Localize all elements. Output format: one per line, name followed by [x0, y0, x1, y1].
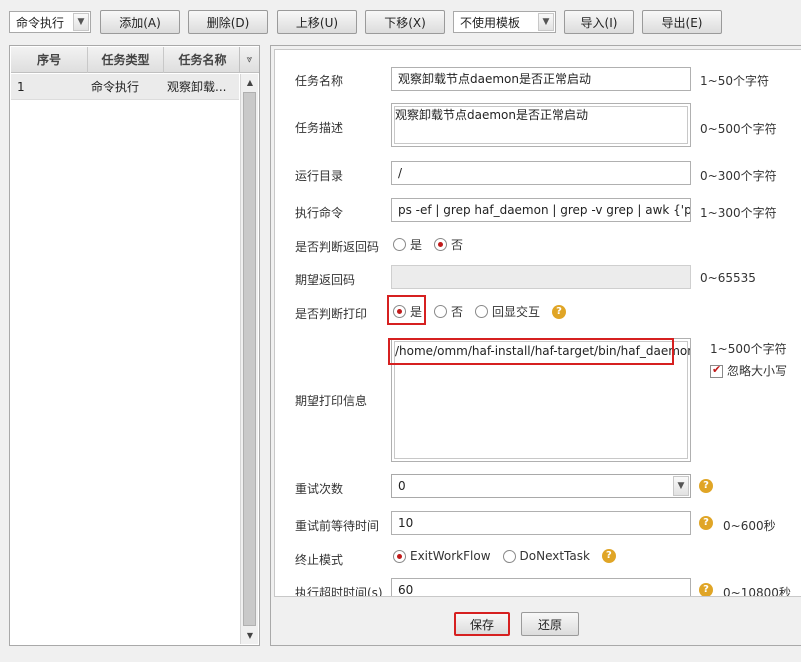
run-dir-label: 运行目录 — [295, 169, 344, 183]
radio-icon[interactable] — [434, 305, 448, 318]
retry-wait-label: 重试前等待时间 — [295, 519, 380, 533]
exec-cmd-hint: 1~300个字符 — [700, 206, 777, 220]
scroll-down-icon[interactable]: ▼ — [241, 627, 259, 644]
run-dir-input[interactable]: / — [391, 161, 691, 185]
radio-label: 否 — [451, 305, 464, 319]
chevron-down-icon[interactable]: ▼ — [673, 476, 689, 496]
retry-wait-hint: 0~600秒 — [723, 519, 776, 533]
help-icon[interactable]: ? — [699, 516, 713, 530]
timeout-label: 执行超时时间(s) — [295, 586, 383, 597]
ignore-case-checkbox[interactable]: 忽略大小写 — [710, 362, 787, 379]
check-print-no-radio[interactable]: 否 — [434, 303, 463, 320]
check-print-label: 是否判断打印 — [295, 307, 368, 321]
task-desc-textarea[interactable]: 观察卸载节点daemon是否正常启动 — [391, 103, 691, 147]
radio-icon[interactable] — [502, 549, 516, 563]
chevron-down-icon[interactable]: ▼ — [73, 13, 89, 31]
timeout-hint: 0~10800秒 — [723, 586, 791, 597]
column-menu-icon[interactable]: ⩔ — [239, 47, 259, 73]
exec-cmd-label: 执行命令 — [295, 206, 344, 220]
column-header-index[interactable]: 序号 — [11, 47, 88, 73]
task-table-header: 序号 任务类型 任务名称 — [11, 47, 239, 73]
template-select[interactable]: 不使用模板 ▼ — [453, 11, 556, 33]
stop-mode-radio-group: ExitWorkFlow DoNextTask ? — [393, 549, 616, 563]
move-up-button[interactable]: 上移(U) — [277, 10, 357, 34]
import-button[interactable]: 导入(I) — [564, 10, 634, 34]
radio-label: DoNextTask — [519, 549, 590, 563]
checkbox-checked-icon[interactable] — [710, 363, 723, 378]
template-value: 不使用模板 — [460, 15, 521, 30]
expected-print-label: 期望打印信息 — [295, 394, 368, 408]
retry-count-select[interactable]: 0 ▼ — [391, 474, 691, 498]
retry-count-label: 重试次数 — [295, 482, 344, 496]
check-return-no-radio[interactable]: 否 — [434, 236, 463, 253]
task-name-hint: 1~50个字符 — [700, 74, 769, 88]
help-icon[interactable]: ? — [699, 583, 713, 596]
column-header-name[interactable]: 任务名称 — [164, 47, 241, 73]
add-button[interactable]: 添加(A) — [100, 10, 180, 34]
radio-selected-icon[interactable] — [393, 549, 406, 563]
highlight-box — [388, 338, 674, 365]
task-list-scrollbar[interactable]: ▲ ▼ — [240, 74, 258, 644]
run-dir-hint: 0~300个字符 — [700, 169, 777, 183]
expected-return-input[interactable] — [391, 265, 691, 289]
radio-selected-icon[interactable] — [434, 238, 448, 251]
help-icon[interactable]: ? — [552, 304, 567, 319]
task-type-value: 命令执行 — [16, 15, 65, 30]
timeout-input[interactable]: 60 — [391, 578, 691, 596]
exec-cmd-input[interactable]: ps -ef | grep haf_daemon | grep -v grep … — [391, 198, 691, 222]
save-button[interactable]: 保存 — [454, 612, 510, 636]
radio-label: 回显交互 — [492, 305, 541, 319]
task-name-label: 任务名称 — [295, 74, 344, 88]
task-form: 任务名称 观察卸载节点daemon是否正常启动 1~50个字符 任务描述 观察卸… — [274, 49, 801, 597]
expected-return-label: 期望返回码 — [295, 273, 356, 287]
table-row[interactable]: 1 命令执行 观察卸载... — [11, 74, 239, 100]
column-header-type[interactable]: 任务类型 — [88, 47, 164, 73]
export-button[interactable]: 导出(E) — [642, 10, 722, 34]
stop-mode-exit-radio[interactable]: ExitWorkFlow — [393, 549, 491, 563]
highlight-box — [387, 295, 426, 325]
chevron-down-icon[interactable]: ▼ — [538, 13, 554, 31]
task-detail-panel: 任务名称 观察卸载节点daemon是否正常启动 1~50个字符 任务描述 观察卸… — [270, 45, 801, 646]
task-type-select[interactable]: 命令执行 ▼ — [9, 11, 91, 33]
restore-button[interactable]: 还原 — [521, 612, 579, 636]
delete-button[interactable]: 删除(D) — [188, 10, 268, 34]
expected-print-hint: 1~500个字符 — [710, 342, 787, 356]
retry-count-value: 0 — [398, 479, 406, 493]
radio-icon[interactable] — [475, 305, 489, 318]
stop-mode-next-radio[interactable]: DoNextTask — [502, 549, 590, 563]
radio-label: 是 — [410, 238, 423, 252]
task-name-input[interactable]: 观察卸载节点daemon是否正常启动 — [391, 67, 691, 91]
row-index: 1 — [17, 80, 25, 94]
ignore-case-label: 忽略大小写 — [727, 364, 788, 378]
move-down-button[interactable]: 下移(X) — [365, 10, 445, 34]
help-icon[interactable]: ? — [601, 549, 616, 563]
stop-mode-label: 终止模式 — [295, 553, 344, 567]
scroll-thumb[interactable] — [243, 92, 256, 626]
check-return-yes-radio[interactable]: 是 — [393, 236, 422, 253]
check-print-echo-radio[interactable]: 回显交互 — [475, 303, 540, 320]
radio-label: ExitWorkFlow — [410, 549, 491, 563]
expected-return-hint: 0~65535 — [700, 271, 756, 285]
check-return-label: 是否判断返回码 — [295, 240, 380, 254]
check-return-radio-group: 是 否 — [393, 236, 475, 253]
scroll-up-icon[interactable]: ▲ — [241, 74, 259, 91]
help-icon[interactable]: ? — [699, 479, 713, 493]
radio-label: 否 — [451, 238, 464, 252]
radio-icon[interactable] — [393, 238, 406, 251]
retry-wait-input[interactable]: 10 — [391, 511, 691, 535]
row-name: 观察卸载... — [167, 80, 227, 94]
task-desc-hint: 0~500个字符 — [700, 122, 777, 136]
task-desc-label: 任务描述 — [295, 121, 344, 135]
row-type: 命令执行 — [91, 80, 140, 94]
task-list-panel: 序号 任务类型 任务名称 ⩔ 1 命令执行 观察卸载... ▲ ▼ — [9, 45, 260, 646]
